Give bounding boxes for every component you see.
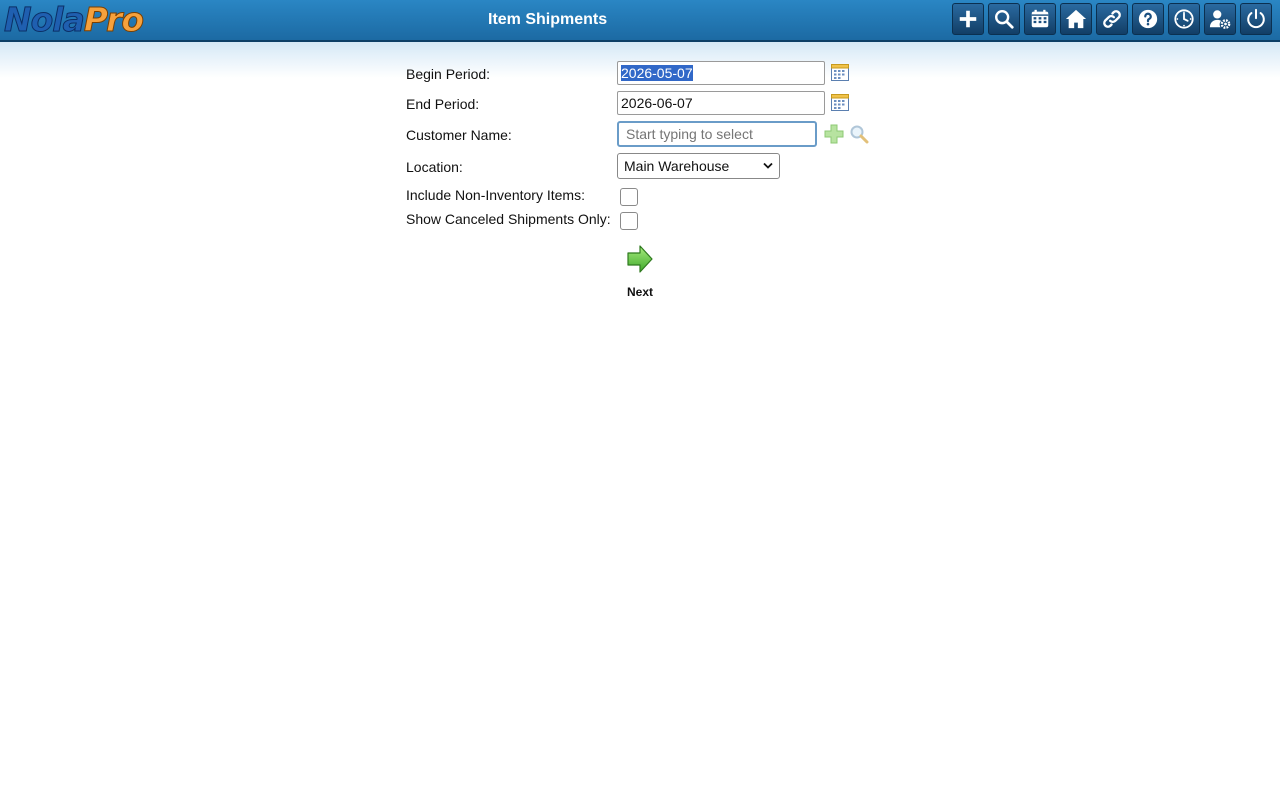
location-label: Location: bbox=[406, 159, 463, 175]
help-icon bbox=[1138, 9, 1158, 29]
header-toolbar bbox=[952, 3, 1272, 35]
links-button[interactable] bbox=[1096, 3, 1128, 35]
search-icon bbox=[995, 10, 1014, 29]
customer-name-input[interactable] bbox=[617, 121, 817, 147]
calendar-icon bbox=[1031, 9, 1049, 28]
add-button[interactable] bbox=[952, 3, 984, 35]
customer-lookup-icon[interactable] bbox=[849, 124, 869, 144]
include-non-inventory-label: Include Non-Inventory Items: bbox=[406, 187, 585, 203]
logout-button[interactable] bbox=[1240, 3, 1272, 35]
chevron-down-icon bbox=[763, 162, 773, 169]
arrow-right-icon bbox=[627, 245, 653, 273]
end-period-input[interactable] bbox=[617, 91, 825, 115]
history-button[interactable] bbox=[1168, 3, 1200, 35]
begin-period-label: Begin Period: bbox=[406, 66, 491, 82]
header-bar: NolaPro Item Shipments bbox=[0, 0, 1280, 42]
home-button[interactable] bbox=[1060, 3, 1092, 35]
link-icon bbox=[1103, 10, 1121, 28]
next-button[interactable] bbox=[620, 244, 660, 277]
location-select[interactable]: Main Warehouse bbox=[617, 153, 780, 179]
page-title: Item Shipments bbox=[488, 11, 608, 28]
calendar-picker-icon[interactable] bbox=[831, 63, 849, 81]
help-button[interactable] bbox=[1132, 3, 1164, 35]
user-settings-button[interactable] bbox=[1204, 3, 1236, 35]
begin-period-input[interactable] bbox=[617, 61, 825, 85]
calendar-picker-icon[interactable] bbox=[831, 93, 849, 111]
show-canceled-only-label: Show Canceled Shipments Only: bbox=[406, 211, 611, 227]
clock-icon bbox=[1174, 9, 1194, 29]
plus-icon bbox=[959, 10, 977, 28]
customer-name-label: Customer Name: bbox=[406, 127, 512, 143]
add-customer-icon[interactable] bbox=[824, 124, 844, 144]
power-icon bbox=[1247, 8, 1265, 29]
include-non-inventory-checkbox[interactable] bbox=[620, 188, 638, 206]
end-period-label: End Period: bbox=[406, 96, 480, 112]
show-canceled-only-checkbox[interactable] bbox=[620, 212, 638, 230]
user-gear-icon bbox=[1209, 10, 1231, 29]
next-label[interactable]: Next bbox=[610, 285, 670, 299]
nolapro-logo[interactable]: NolaPro bbox=[4, 0, 145, 39]
calendar-button[interactable] bbox=[1024, 3, 1056, 35]
location-selected-value: Main Warehouse bbox=[624, 158, 730, 174]
search-button[interactable] bbox=[988, 3, 1020, 35]
home-icon bbox=[1065, 9, 1087, 29]
